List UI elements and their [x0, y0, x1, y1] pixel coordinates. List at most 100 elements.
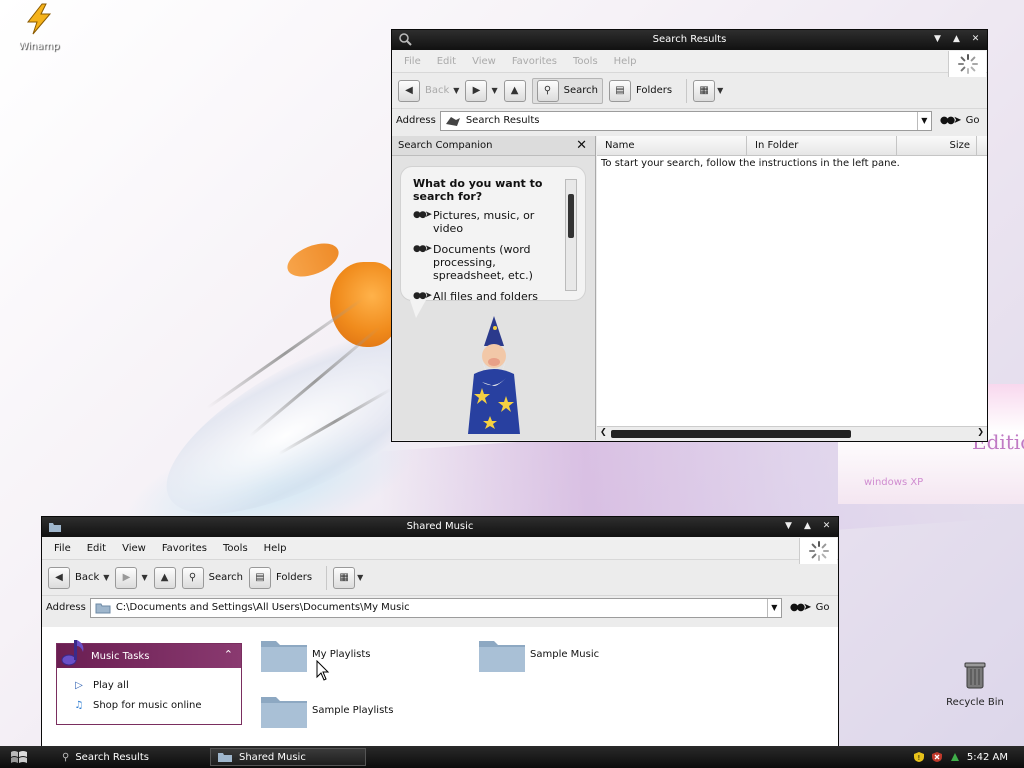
menu-edit[interactable]: Edit — [79, 543, 114, 554]
column-header-size[interactable]: Size — [897, 136, 977, 155]
up-button[interactable]: ▲ — [503, 78, 526, 104]
column-header-in-folder[interactable]: In Folder — [747, 136, 897, 155]
scroll-right-icon[interactable]: ❯ — [977, 427, 984, 436]
maximize-button[interactable]: ▲ — [949, 32, 964, 47]
globe-music-icon: ♫ — [74, 699, 84, 711]
taskbar-item-search-results[interactable]: ⚲ Search Results — [56, 748, 206, 766]
up-arrow-icon: ▲ — [153, 566, 176, 589]
search-companion-pane: Search Companion ✕ What do you want to s… — [392, 136, 596, 440]
chevron-down-icon[interactable]: ▼ — [141, 573, 147, 582]
views-button[interactable]: ▦ ▼ — [693, 78, 723, 104]
menu-help[interactable]: Help — [256, 543, 295, 554]
title-bar[interactable]: Shared Music ▼ ▲ ✕ — [42, 517, 838, 537]
folder-sample-music[interactable]: Sample Music — [478, 637, 599, 673]
security-shield-icon[interactable]: ! — [913, 751, 925, 763]
back-button[interactable]: ◀ Back ▼ — [48, 565, 109, 591]
search-question: What do you want to search for? — [413, 177, 543, 203]
forward-button[interactable]: ▶ ▼ — [465, 78, 498, 104]
menu-view[interactable]: View — [114, 543, 154, 554]
folder-sample-playlists[interactable]: Sample Playlists — [260, 693, 393, 729]
option-arrow-icon: ●●➤ — [413, 210, 432, 220]
back-label: Back — [425, 85, 450, 96]
chevron-down-icon[interactable]: ▼ — [357, 573, 363, 582]
network-icon[interactable] — [949, 751, 961, 763]
alert-shield-icon[interactable] — [931, 751, 943, 763]
scrollbar-thumb[interactable] — [611, 430, 851, 438]
title-bar[interactable]: Search Results ▼ ▲ ✕ — [392, 30, 987, 50]
maximize-button[interactable]: ▲ — [800, 519, 815, 534]
taskbar-item-shared-music[interactable]: Shared Music — [210, 748, 366, 766]
start-button[interactable] — [10, 749, 28, 765]
forward-button[interactable]: ▶ ▼ — [115, 565, 148, 591]
menu-tools[interactable]: Tools — [215, 543, 256, 554]
go-button[interactable]: ●●➤ Go — [790, 602, 830, 613]
close-button[interactable]: ✕ — [819, 519, 834, 534]
task-shop-online[interactable]: ♫ Shop for music online — [57, 695, 241, 715]
menu-file[interactable]: File — [46, 543, 79, 554]
address-dropdown[interactable]: ▼ — [766, 598, 781, 617]
chevron-down-icon[interactable]: ▼ — [491, 86, 497, 95]
search-option-documents[interactable]: ●●➤ Documents (word processing, spreadsh… — [413, 243, 561, 282]
menu-tools[interactable]: Tools — [565, 56, 606, 67]
address-value: C:\Documents and Settings\All Users\Docu… — [115, 602, 410, 613]
go-label: Go — [815, 602, 830, 613]
desktop-icon-label: Winamp — [18, 41, 60, 52]
collapse-icon[interactable]: ⌃ — [224, 648, 233, 661]
results-message: To start your search, follow the instruc… — [601, 158, 900, 169]
back-button[interactable]: ◀ Back ▼ — [398, 78, 459, 104]
views-icon: ▦ — [693, 79, 716, 102]
go-arrow-icon: ●●➤ — [789, 602, 812, 613]
taskbar-item-label: Search Results — [75, 751, 149, 763]
horizontal-scrollbar[interactable]: ❮ ❯ — [597, 426, 987, 440]
address-dropdown[interactable]: ▼ — [916, 111, 931, 130]
svg-text:!: ! — [917, 754, 920, 762]
minimize-button[interactable]: ▼ — [781, 519, 796, 534]
search-option-media[interactable]: ●●➤ Pictures, music, or video — [413, 209, 561, 235]
search-label: Search — [563, 85, 598, 96]
address-field[interactable]: C:\Documents and Settings\All Users\Docu… — [89, 597, 782, 618]
up-button[interactable]: ▲ — [153, 565, 176, 591]
window-title: Search Results — [652, 34, 727, 45]
close-icon[interactable]: ✕ — [576, 138, 587, 153]
folders-icon: ▤ — [608, 79, 631, 102]
menu-edit[interactable]: Edit — [429, 56, 464, 67]
address-bar: Address C:\Documents and Settings\All Us… — [42, 595, 838, 619]
menu-favorites[interactable]: Favorites — [154, 543, 215, 554]
chevron-down-icon[interactable]: ▼ — [717, 86, 723, 95]
window-title: Shared Music — [406, 521, 474, 532]
go-label: Go — [965, 115, 980, 126]
desktop-icon-recycle-bin[interactable]: Recycle Bin — [940, 658, 1010, 708]
minimize-button[interactable]: ▼ — [930, 32, 945, 47]
search-companion-title: Search Companion — [398, 140, 493, 151]
option-label: Pictures, music, or video — [433, 209, 535, 235]
music-tasks-header[interactable]: Music Tasks ⌃ — [57, 640, 241, 668]
menu-favorites[interactable]: Favorites — [504, 56, 565, 67]
task-play-all[interactable]: ▷ Play all — [57, 675, 241, 695]
folders-button[interactable]: ▤ Folders — [248, 565, 312, 591]
close-button[interactable]: ✕ — [968, 32, 983, 47]
results-pane: Name In Folder Size To start your search… — [597, 136, 987, 440]
menu-view[interactable]: View — [464, 56, 504, 67]
views-button[interactable]: ▦ ▼ — [333, 565, 363, 591]
desktop-icon-winamp[interactable]: Winamp — [4, 2, 74, 52]
search-option-all-files[interactable]: ●●➤ All files and folders — [413, 290, 561, 303]
chevron-down-icon[interactable]: ▼ — [453, 86, 459, 95]
throbber-icon — [957, 54, 978, 74]
chevron-down-icon[interactable]: ▼ — [103, 573, 109, 582]
search-button[interactable]: ⚲ Search — [531, 77, 603, 104]
system-tray: ! 5:42 AM — [903, 746, 1024, 768]
search-button[interactable]: ⚲ Search — [181, 565, 243, 591]
wizard-assistant-icon[interactable] — [454, 316, 534, 436]
clock[interactable]: 5:42 AM — [967, 752, 1008, 763]
folders-button[interactable]: ▤ Folders — [608, 78, 672, 104]
scrollbar-thumb[interactable] — [568, 194, 574, 238]
address-field[interactable]: Search Results ▼ — [439, 110, 932, 131]
menu-help[interactable]: Help — [606, 56, 645, 67]
column-header-name[interactable]: Name — [597, 136, 747, 155]
search-label: Search — [208, 572, 243, 583]
scroll-left-icon[interactable]: ❮ — [600, 427, 607, 436]
go-button[interactable]: ●●➤ Go — [940, 115, 980, 126]
menu-file[interactable]: File — [396, 56, 429, 67]
bubble-scrollbar[interactable] — [565, 179, 577, 291]
play-icon: ▷ — [75, 679, 83, 691]
